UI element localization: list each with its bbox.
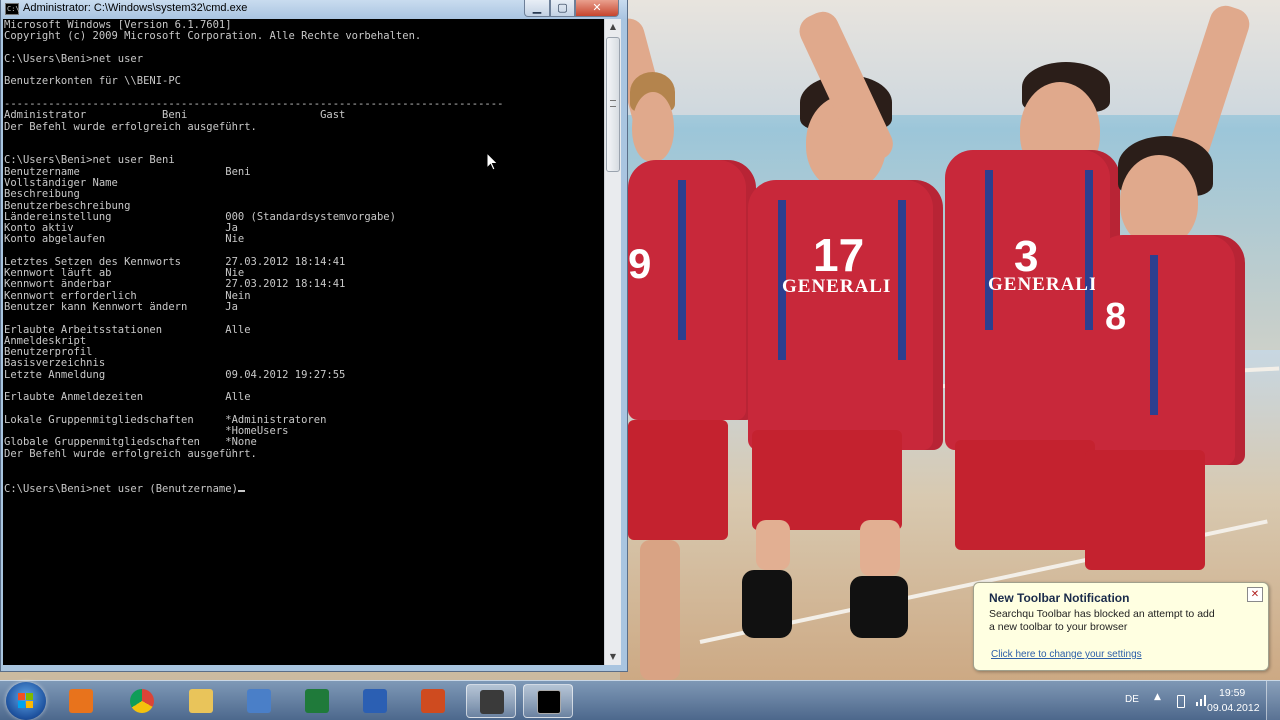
mouse-pointer-icon (486, 152, 499, 171)
console-line: Kennwort läuft ab Nie (4, 267, 245, 280)
notification-settings-link[interactable]: Click here to change your settings (991, 649, 1142, 660)
taskbar-button-hypercam[interactable] (466, 684, 516, 718)
close-button[interactable]: ✕ (575, 0, 619, 17)
console-line: Beschreibung (4, 188, 80, 201)
console-line: C:\Users\Beni>net user Beni (4, 154, 175, 167)
console-line: Erlaubte Anmeldezeiten Alle (4, 391, 251, 404)
console-line: Copyright (c) 2009 Microsoft Corporation… (4, 30, 422, 43)
explorer-folder-icon (189, 689, 213, 713)
taskbar-button-excel[interactable] (292, 684, 342, 718)
console-lines: Microsoft Windows [Version 6.1.7601] Cop… (4, 19, 503, 460)
console-line: *HomeUsers (225, 425, 289, 438)
start-button[interactable] (6, 682, 46, 720)
console-line: Benutzer kann Kennwort ändern Ja (4, 301, 238, 314)
cmd-window[interactable]: C:\ Administrator: C:\Windows\system32\c… (0, 0, 628, 672)
language-indicator[interactable]: DE (1125, 694, 1139, 705)
minimize-button[interactable]: ▁ (524, 0, 550, 17)
console-line: Letzte Anmeldung 09.04.2012 19:27:55 (4, 368, 346, 381)
word-icon (363, 689, 387, 713)
windows-logo-icon (18, 693, 34, 709)
taskbar-button-control-panel[interactable] (234, 684, 284, 718)
control-panel-icon (247, 689, 271, 713)
taskbar-button-cmd[interactable] (523, 684, 573, 718)
scroll-down-arrow-icon[interactable]: ▼ (605, 649, 621, 665)
console-line: Benutzerkonten für \\BENI-PC (4, 75, 182, 88)
cmd-icon (537, 690, 561, 714)
clock-date[interactable]: 09.04.2012 (1207, 702, 1260, 714)
cmd-window-title: Administrator: C:\Windows\system32\cmd.e… (23, 2, 248, 14)
console-line: Konto abgelaufen Nie (4, 233, 245, 246)
powerpoint-icon (421, 689, 445, 713)
console-line: Basisverzeichnis (4, 357, 106, 370)
taskbar-button-word[interactable] (350, 684, 400, 718)
console-line: Benutzerprofil (4, 346, 93, 359)
console-text: Microsoft Windows [Version 6.1.7601] Cop… (4, 19, 503, 495)
notification-title: New Toolbar Notification (989, 591, 1130, 605)
console-line: Der Befehl wurde erfolgreich ausgeführt. (4, 447, 257, 460)
console-line: Benutzerbeschreibung (4, 199, 131, 212)
battery-icon[interactable] (1177, 695, 1185, 708)
maximize-button[interactable]: ▢ (550, 0, 575, 17)
taskbar: DE ▲ 19:59 09.04.2012 (0, 680, 1280, 720)
tray-expand-arrow-icon[interactable]: ▲ (1154, 692, 1161, 702)
system-tray: DE ▲ 19:59 09.04.2012 (1115, 681, 1280, 720)
notification-close-icon[interactable]: ✕ (1247, 587, 1263, 602)
console-line: Globale Gruppenmitgliedschaften *None (4, 436, 257, 449)
console-line: Vollständiger Name (4, 176, 118, 189)
desktop: 9 17 GENERALI 3 GENERALI 8 C:\ Administr… (0, 0, 1280, 720)
taskbar-button-explorer-folder[interactable] (176, 684, 226, 718)
console-line: Benutzername Beni (4, 165, 251, 178)
console-line: Letztes Setzen des Kennworts 27.03.2012 … (4, 255, 346, 268)
console-output[interactable]: Microsoft Windows [Version 6.1.7601] Cop… (3, 19, 604, 665)
console-line: Kennwort änderbar 27.03.2012 18:14:41 (4, 278, 346, 291)
console-line: Der Befehl wurde erfolgreich ausgeführt. (4, 120, 257, 133)
notification-body: Searchqu Toolbar has blocked an attempt … (989, 608, 1215, 633)
cmd-window-icon[interactable]: C:\ (5, 3, 20, 15)
console-line: Microsoft Windows [Version 6.1.7601] (4, 19, 232, 31)
wallpaper-wall (620, 0, 1280, 115)
clock-time[interactable]: 19:59 (1219, 687, 1245, 699)
media-player-icon (69, 689, 93, 713)
console-line: Anmeldeskript (4, 334, 87, 347)
chrome-icon (130, 689, 154, 713)
taskbar-button-media-player[interactable] (56, 684, 106, 718)
console-line: Konto aktiv Ja (4, 222, 238, 235)
console-line: Lokale Gruppenmitgliedschaften *Administ… (4, 413, 327, 426)
console-line: ----------------------------------------… (4, 97, 504, 110)
scrollbar-thumb[interactable] (606, 37, 620, 172)
console-line: Administrator Beni Gast (4, 109, 346, 122)
text-cursor (237, 483, 245, 492)
show-desktop-button[interactable] (1266, 681, 1280, 720)
excel-icon (305, 689, 329, 713)
scroll-up-arrow-icon[interactable]: ▲ (605, 19, 621, 35)
toolbar-notification[interactable]: New Toolbar Notification Searchqu Toolba… (973, 582, 1269, 671)
hypercam-icon (480, 690, 504, 714)
console-line: Erlaubte Arbeitsstationen Alle (4, 323, 251, 336)
console-line: Kennwort erforderlich Nein (4, 289, 251, 302)
console-line: C:\Users\Beni>net user (4, 52, 144, 65)
console-scrollbar[interactable]: ▲ ▼ (604, 19, 621, 665)
taskbar-button-chrome[interactable] (117, 684, 167, 718)
console-prompt: C:\Users\Beni>net user (Benutzername) (4, 482, 238, 495)
taskbar-button-powerpoint[interactable] (408, 684, 458, 718)
console-line: Ländereinstellung 000 (Standardsystemvor… (4, 210, 396, 223)
